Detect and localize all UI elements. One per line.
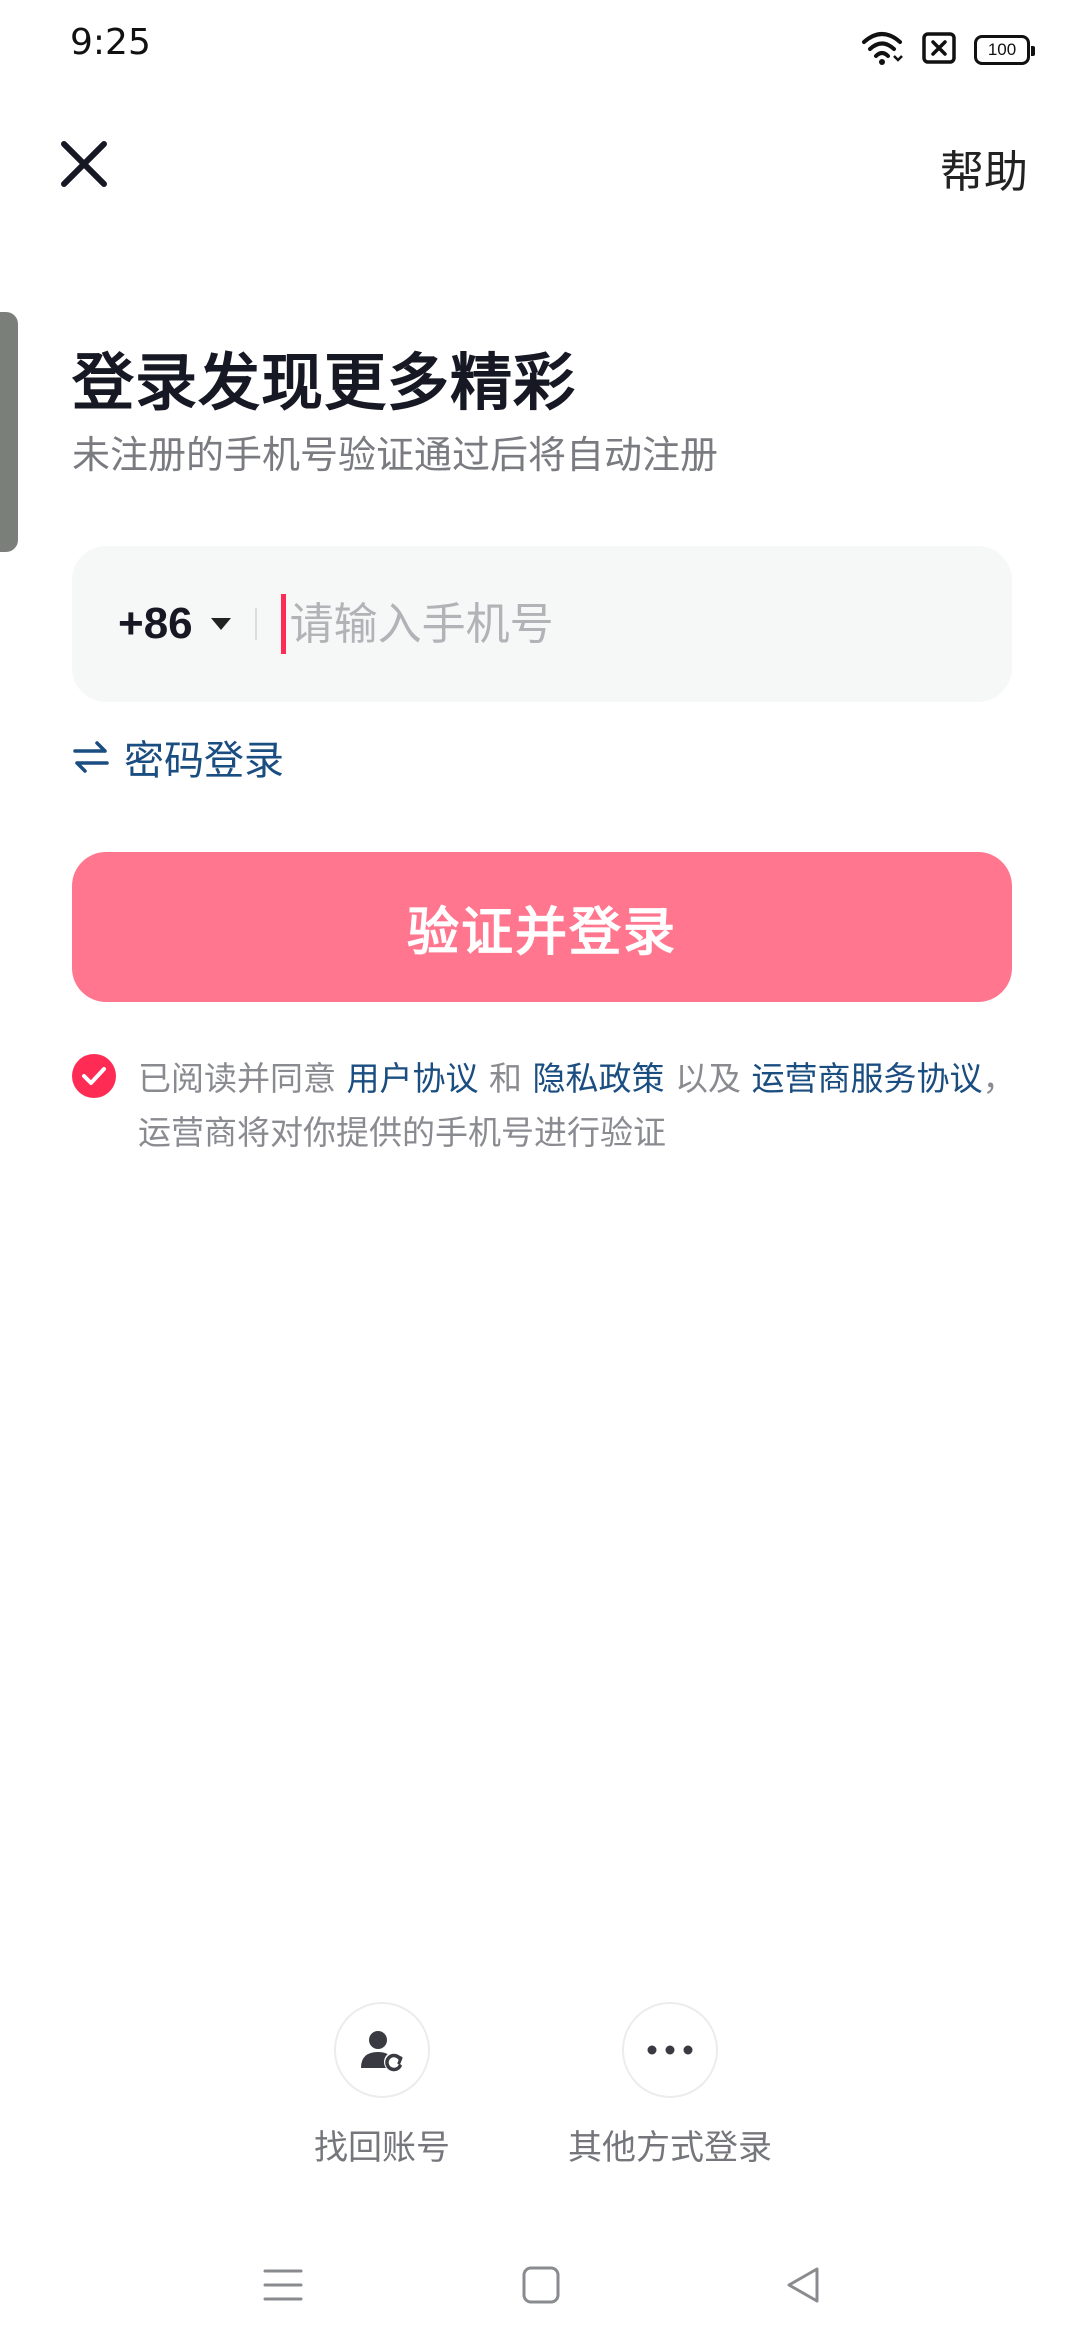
password-login-label: 密码登录 — [124, 738, 284, 784]
recover-account-button[interactable] — [334, 2002, 430, 2098]
phone-input-box: +86 — [72, 546, 1012, 702]
agreement-comma: ， — [982, 1059, 1016, 1098]
menu-nav-button[interactable] — [248, 2250, 318, 2320]
battery-icon: 100 — [974, 35, 1035, 65]
page-title: 登录发现更多精彩 — [72, 346, 577, 419]
country-code: +86 — [118, 599, 193, 648]
home-nav-button[interactable] — [506, 2250, 576, 2320]
battery-level: 100 — [987, 40, 1017, 59]
edge-handle[interactable] — [0, 312, 18, 552]
agreement-as-well-as: 以及 — [675, 1059, 741, 1098]
carrier-agreement-link[interactable]: 运营商服务协议 — [752, 1059, 983, 1098]
password-login-link[interactable]: 密码登录 — [72, 728, 284, 786]
input-divider — [254, 608, 257, 640]
agreement-and: 和 — [489, 1059, 522, 1098]
navigation-bar — [0, 2230, 1080, 2340]
other-login-label: 其他方式登录 — [568, 2128, 772, 2168]
account-recovery-icon — [361, 2031, 404, 2072]
back-nav-button[interactable] — [768, 2250, 838, 2320]
help-button[interactable]: 帮助 — [940, 136, 1028, 200]
close-icon — [61, 141, 107, 187]
back-triangle-icon — [787, 2267, 819, 2303]
recover-account-label: 找回账号 — [314, 2128, 450, 2168]
login-screen: 9:25 100 帮助 登录发现更多精彩 未注册的手机号验证通过后将自动注册 +… — [0, 0, 1080, 2340]
menu-icon — [263, 2269, 303, 2301]
other-login-button[interactable] — [622, 2002, 718, 2098]
agreement: 已阅读并同意 用户协议 和 隐私政策 以及 运营商服务协议， 运营商将对你提供的… — [72, 1052, 1032, 1160]
status-icons: 100 — [860, 30, 1035, 70]
wifi-icon — [860, 30, 904, 70]
page-subtitle: 未注册的手机号验证通过后将自动注册 — [72, 433, 719, 477]
user-agreement-link[interactable]: 用户协议 — [347, 1059, 479, 1098]
sim-blocked-icon — [922, 32, 956, 68]
other-login-option[interactable]: 其他方式登录 — [568, 2002, 772, 2169]
check-icon — [82, 1067, 106, 1085]
recover-account-option[interactable]: 找回账号 — [314, 2002, 450, 2169]
status-bar: 9:25 100 — [0, 0, 1080, 96]
agreement-checkbox[interactable] — [72, 1054, 116, 1098]
privacy-policy-link[interactable]: 隐私政策 — [533, 1059, 665, 1098]
agreement-prefix: 已阅读并同意 — [138, 1059, 336, 1098]
more-icon — [647, 2045, 693, 2055]
swap-icon — [73, 741, 109, 773]
status-time: 9:25 — [70, 22, 151, 63]
agreement-suffix: 运营商将对你提供的手机号进行验证 — [138, 1113, 666, 1152]
country-code-selector[interactable]: +86 — [118, 599, 231, 649]
verify-login-button[interactable]: 验证并登录 — [72, 852, 1012, 1002]
close-button[interactable] — [52, 132, 116, 196]
agreement-text: 已阅读并同意 用户协议 和 隐私政策 以及 运营商服务协议， 运营商将对你提供的… — [138, 1052, 1028, 1160]
home-square-icon — [522, 2266, 560, 2304]
phone-number-input[interactable] — [280, 594, 961, 654]
caret-down-icon — [210, 618, 231, 630]
